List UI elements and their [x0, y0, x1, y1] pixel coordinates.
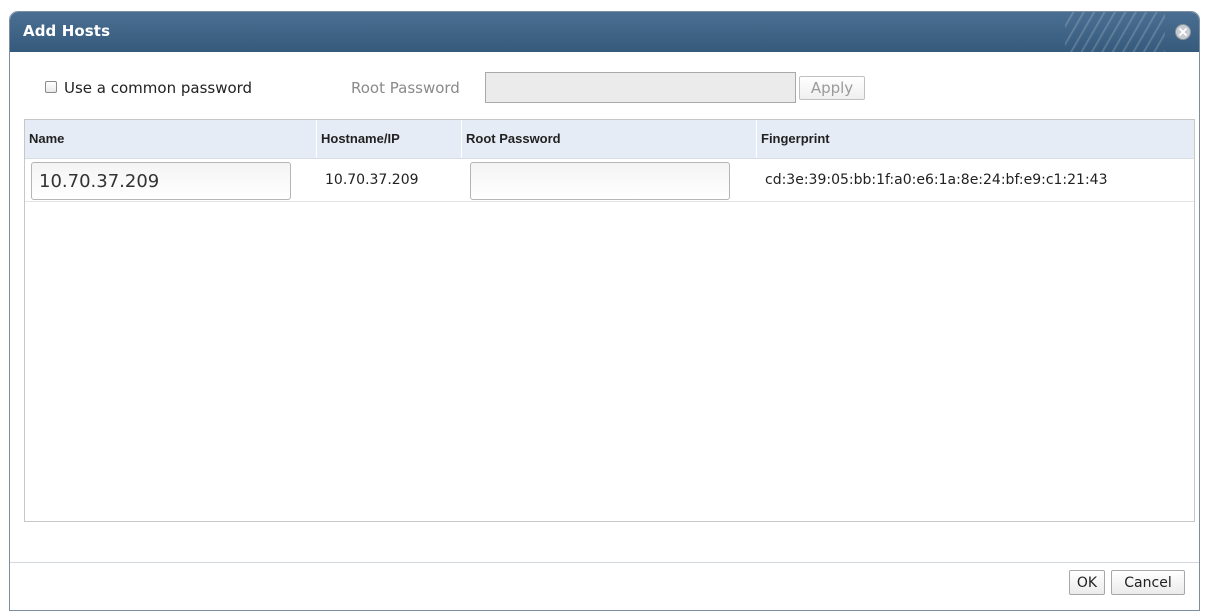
column-header-fingerprint: Fingerprint: [761, 131, 830, 146]
root-password-label: Root Password: [351, 79, 460, 97]
host-name-input[interactable]: [31, 162, 291, 200]
hostname-cell: 10.70.37.209: [325, 172, 419, 188]
dialog-titlebar: Add Hosts: [10, 12, 1199, 52]
column-header-root-password: Root Password: [462, 120, 757, 158]
host-root-password-input[interactable]: [470, 162, 730, 200]
table-header: Name Hostname/IP Root Password Fingerpri…: [25, 120, 1194, 159]
cancel-button[interactable]: Cancel: [1111, 570, 1185, 595]
dialog-title: Add Hosts: [23, 22, 111, 40]
common-password-checkbox[interactable]: [45, 81, 57, 93]
common-password-row: Use a common password Root Password Appl…: [10, 52, 1199, 110]
dialog-footer: OK Cancel: [10, 562, 1199, 610]
close-icon: [1179, 28, 1187, 36]
apply-button[interactable]: Apply: [799, 76, 865, 100]
fingerprint-cell: cd:3e:39:05:bb:1f:a0:e6:1a:8e:24:bf:e9:c…: [765, 172, 1108, 188]
column-header-hostname: Hostname/IP: [317, 120, 462, 158]
titlebar-decoration: [1065, 12, 1165, 52]
common-root-password-input[interactable]: [485, 72, 796, 103]
ok-button[interactable]: OK: [1069, 570, 1105, 595]
close-button[interactable]: [1175, 24, 1191, 40]
table-row: 10.70.37.209 cd:3e:39:05:bb:1f:a0:e6:1a:…: [25, 159, 1194, 202]
hosts-table: Name Hostname/IP Root Password Fingerpri…: [24, 119, 1195, 522]
add-hosts-dialog: Add Hosts Use a common password Root Pas…: [9, 11, 1200, 611]
column-header-name: Name: [25, 120, 317, 158]
common-password-label: Use a common password: [64, 79, 253, 97]
